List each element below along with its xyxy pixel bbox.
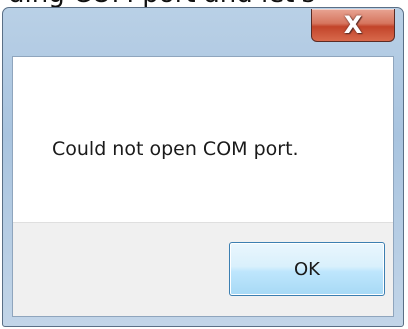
error-message: Could not open COM port. (52, 138, 299, 160)
close-icon: X (343, 11, 363, 39)
button-area: OK (13, 222, 393, 316)
message-dialog: X Could not open COM port. OK (2, 7, 404, 327)
title-bar[interactable]: X (3, 8, 403, 56)
message-area: Could not open COM port. (13, 57, 393, 222)
close-button[interactable]: X (311, 9, 395, 42)
screen: ding COM port and let's X Could not open… (0, 0, 408, 329)
dialog-content: Could not open COM port. OK (12, 56, 394, 317)
ok-button[interactable]: OK (229, 242, 385, 296)
